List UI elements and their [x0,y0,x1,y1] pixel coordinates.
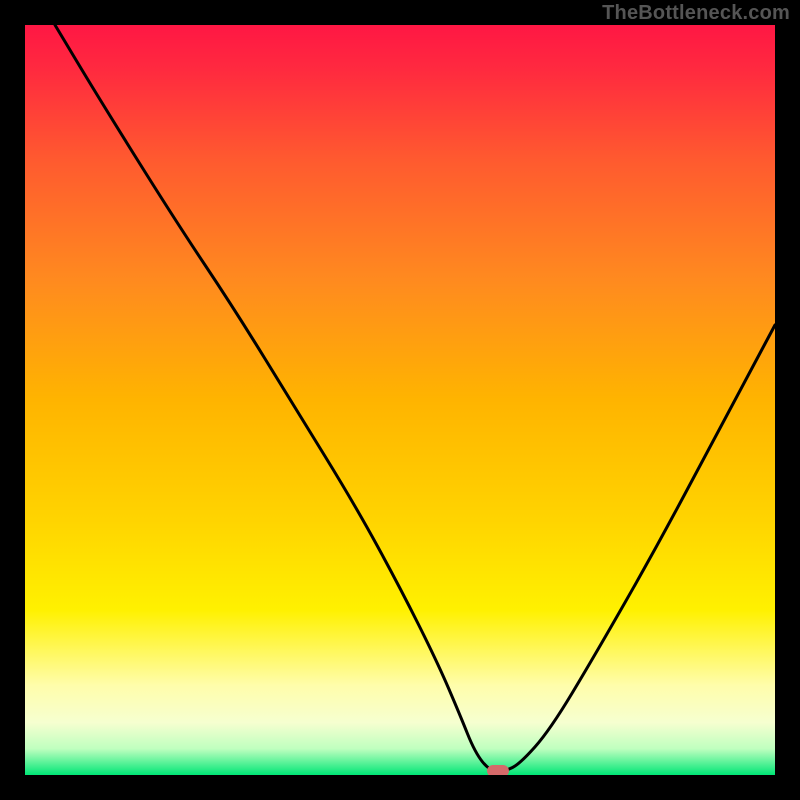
chart-svg [25,25,775,775]
marker-pill [487,765,509,775]
plot-area [25,25,775,775]
gradient-background [25,25,775,775]
watermark-text: TheBottleneck.com [602,2,790,25]
chart-frame: TheBottleneck.com [0,0,800,800]
